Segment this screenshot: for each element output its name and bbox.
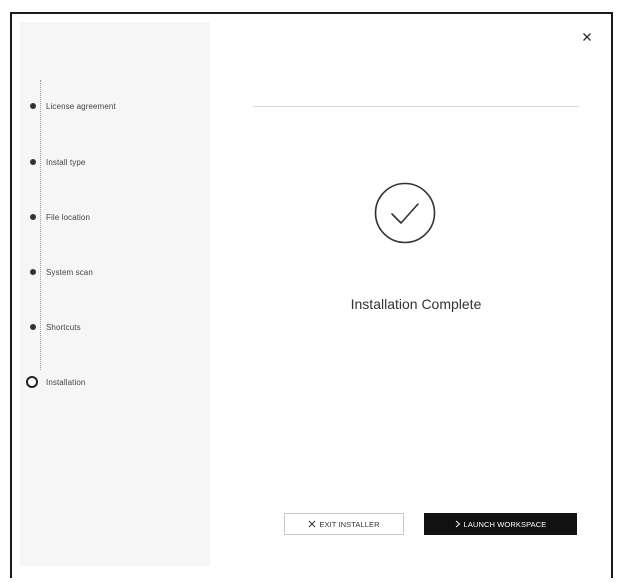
step-done-dot-icon — [30, 324, 36, 330]
launch-workspace-label: LAUNCH WORKSPACE — [463, 519, 547, 529]
step-label: License agreement — [46, 101, 116, 111]
step-label: Shortcuts — [46, 322, 81, 332]
step-label: Install type — [46, 157, 86, 167]
checkmark-circle-icon — [374, 182, 436, 244]
close-button[interactable] — [580, 30, 594, 44]
step-label: Installation — [46, 377, 86, 387]
exit-installer-label: EXIT INSTALLER — [319, 519, 380, 529]
step-current-ring-icon — [26, 376, 38, 388]
exit-installer-button[interactable]: EXIT INSTALLER — [284, 513, 404, 535]
step-label: System scan — [46, 267, 93, 277]
step-done-dot-icon — [30, 214, 36, 220]
close-icon — [583, 33, 591, 41]
steps-connector-line — [40, 80, 41, 370]
step-label: File location — [46, 212, 90, 222]
chevron-right-icon — [455, 520, 461, 528]
step-done-dot-icon — [30, 159, 36, 165]
step-done-dot-icon — [30, 269, 36, 275]
content-divider — [253, 106, 579, 107]
step-done-dot-icon — [30, 103, 36, 109]
launch-workspace-button[interactable]: LAUNCH WORKSPACE — [424, 513, 577, 535]
x-icon — [308, 520, 316, 528]
status-title: Installation Complete — [350, 296, 482, 312]
